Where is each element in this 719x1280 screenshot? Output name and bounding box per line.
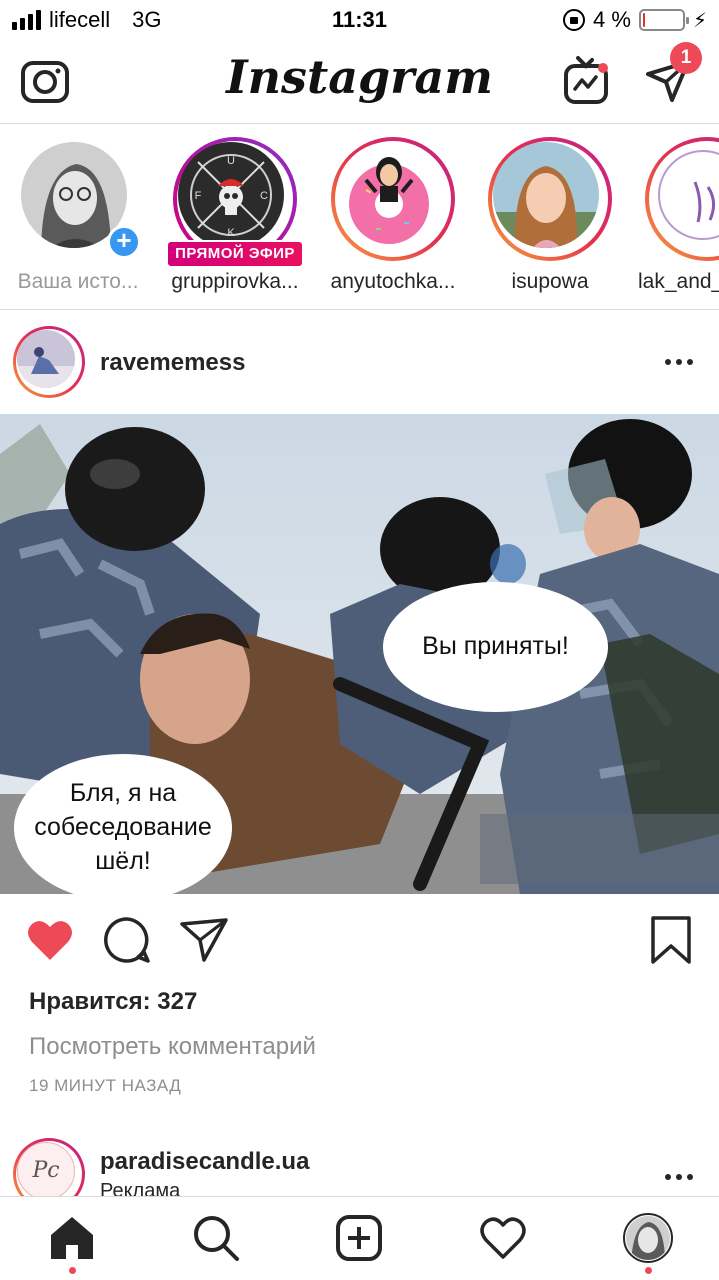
battery-percent: 4 % xyxy=(593,7,631,32)
story-ring xyxy=(645,137,719,261)
like-heart-icon[interactable] xyxy=(24,914,76,966)
bubble-left-line: шёл! xyxy=(95,846,151,875)
live-badge: ПРЯМОЙ ЭФИР xyxy=(166,240,304,268)
activity-heart-icon[interactable] xyxy=(478,1213,528,1263)
igtv-icon[interactable] xyxy=(560,54,614,108)
like-count[interactable]: Нравится: 327 xyxy=(29,988,197,1016)
home-icon[interactable] xyxy=(47,1213,97,1263)
direct-badge: 1 xyxy=(670,42,702,74)
logo-letter-f: F xyxy=(195,190,202,202)
bookmark-icon[interactable] xyxy=(645,914,697,966)
profile-notification-dot xyxy=(645,1267,652,1274)
profile-avatar[interactable] xyxy=(623,1213,673,1263)
avatar-text: Pc xyxy=(17,1142,75,1196)
battery-icon xyxy=(638,9,689,31)
view-comments-link[interactable]: Посмотреть комментарий xyxy=(29,1033,316,1061)
speech-bubble-left: Бля, я на собеседование шёл! xyxy=(14,754,232,894)
post-image[interactable]: Вы приняты! Бля, я на собеседование шёл! xyxy=(0,414,719,894)
story-live[interactable]: U F C K ПРЯМОЙ ЭФИР gruppirovka... xyxy=(160,137,310,302)
add-story-icon[interactable]: + xyxy=(107,225,141,259)
logo-letter-u: U xyxy=(227,155,235,167)
avatar: U F C K xyxy=(178,142,284,248)
bubble-left-line: Бля, я на xyxy=(69,779,177,808)
next-post-header: Pc paradisecandle.ua Реклама xyxy=(0,1130,719,1196)
post-actions xyxy=(0,894,719,984)
status-bar: lifecell 3G 11:31 4 % ⚡ xyxy=(0,0,719,40)
story-name: lak_and_ xyxy=(638,270,719,293)
post-header: ravememess xyxy=(0,311,719,414)
logo-letter-c: C xyxy=(260,190,268,202)
post-timestamp: 19 МИНУТ НАЗАД xyxy=(29,1076,182,1095)
story-item[interactable]: anyutochka... xyxy=(318,137,468,302)
story-name: anyutochka... xyxy=(330,270,456,293)
stories-tray: + Ваша исто... U F C K ПРЯМОЙ ЭФИР grupp… xyxy=(0,125,719,310)
bubble-right-text: Вы приняты! xyxy=(422,632,569,661)
direct-messages-button[interactable]: 1 xyxy=(642,42,702,108)
comment-icon[interactable] xyxy=(101,914,153,966)
bottom-tab-bar xyxy=(0,1196,719,1280)
story-item[interactable]: lak_and_ xyxy=(632,137,719,302)
story-name: gruppirovka... xyxy=(171,270,299,293)
post-avatar[interactable] xyxy=(13,326,85,398)
logo-letter-k: K xyxy=(227,227,235,239)
story-name: isupowa xyxy=(511,270,589,293)
post-avatar[interactable]: Pc xyxy=(13,1138,85,1196)
sponsored-label[interactable]: Реклама xyxy=(100,1180,180,1196)
post-username[interactable]: ravememess xyxy=(100,349,245,377)
charging-icon: ⚡ xyxy=(692,9,707,32)
story-ring xyxy=(488,137,612,261)
story-name: Ваша исто... xyxy=(17,270,139,293)
bubble-left-line: собеседование xyxy=(34,813,212,842)
more-options-icon[interactable] xyxy=(665,359,693,365)
home-notification-dot xyxy=(69,1267,76,1274)
orientation-lock-icon xyxy=(563,9,586,31)
share-icon[interactable] xyxy=(178,914,230,966)
add-post-icon[interactable] xyxy=(334,1213,384,1263)
search-icon[interactable] xyxy=(191,1213,241,1263)
avatar xyxy=(336,142,442,248)
avatar xyxy=(493,142,599,248)
post-username[interactable]: paradisecandle.ua xyxy=(100,1148,309,1176)
story-own[interactable]: + Ваша исто... xyxy=(3,137,153,302)
story-ring xyxy=(331,137,455,261)
more-options-icon[interactable] xyxy=(665,1174,693,1180)
top-nav: Instagram 1 xyxy=(0,40,719,124)
story-item[interactable]: isupowa xyxy=(475,137,625,302)
speech-bubble-right: Вы приняты! xyxy=(383,582,608,712)
